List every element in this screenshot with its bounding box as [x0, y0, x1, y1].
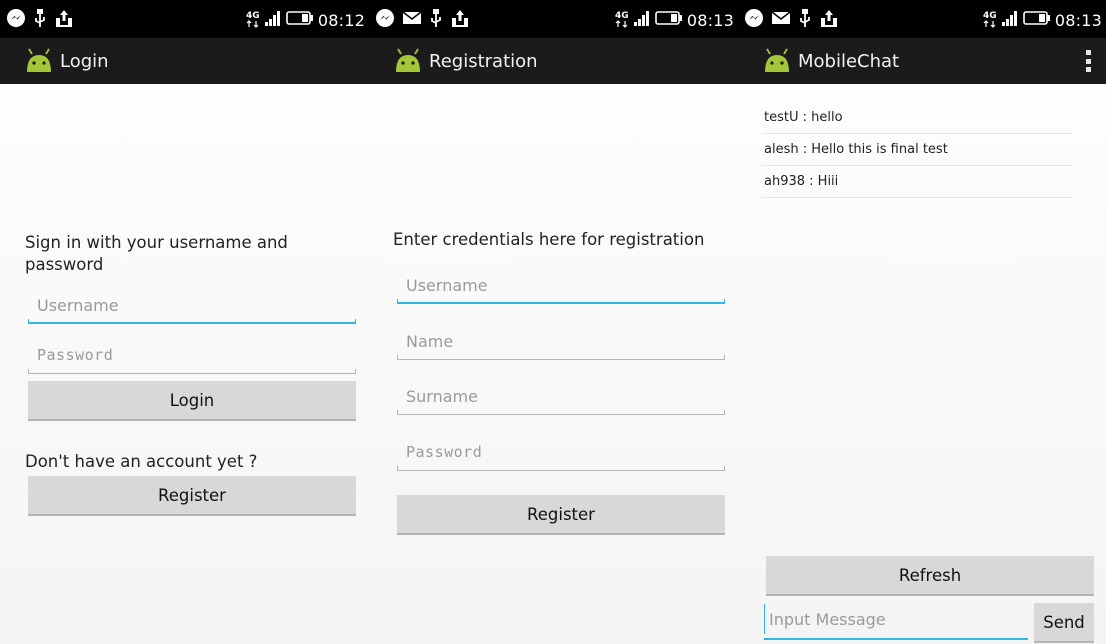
- battery-icon: [1023, 10, 1051, 30]
- password-field[interactable]: [28, 340, 356, 374]
- messenger-icon: [744, 8, 764, 32]
- status-bar: 4G 08:13: [369, 0, 738, 38]
- reg-username-input[interactable]: [397, 270, 725, 300]
- system-icons: 4G 08:13: [615, 8, 734, 32]
- compose-bar: Send: [764, 600, 1100, 643]
- username-field[interactable]: [28, 290, 356, 324]
- status-bar: 4G 08:13: [738, 0, 1106, 38]
- login-screen: 4G 08:12 Login Sign in with your usernam…: [0, 0, 369, 644]
- android-icon: [24, 46, 54, 76]
- action-bar: MobileChat: [738, 38, 1106, 84]
- sign-in-prompt: Sign in with your username and password: [25, 233, 288, 274]
- clock: 08:13: [1054, 10, 1102, 30]
- usb-icon: [33, 8, 47, 32]
- battery-icon: [286, 10, 314, 30]
- action-bar: Registration: [369, 38, 738, 84]
- reg-username-underline: [397, 299, 725, 304]
- android-icon: [393, 46, 423, 76]
- refresh-button[interactable]: Refresh: [766, 556, 1094, 596]
- system-icons: 4G 08:13: [983, 8, 1102, 32]
- android-icon: [762, 46, 792, 76]
- signal-icon: [264, 9, 282, 31]
- page-title: Registration: [429, 50, 538, 72]
- messenger-icon: [375, 8, 395, 32]
- message-item[interactable]: testU : hello: [762, 102, 1072, 134]
- reg-surname-underline: [397, 410, 725, 415]
- reg-password-input[interactable]: [397, 437, 725, 467]
- login-button[interactable]: Login: [28, 381, 356, 421]
- svg-text:4G: 4G: [983, 11, 997, 21]
- signal-icon: [633, 9, 651, 31]
- message-underline: [764, 638, 1028, 640]
- reg-password-field[interactable]: [397, 437, 725, 471]
- network-type-icon: 4G: [615, 8, 629, 32]
- reg-surname-input[interactable]: [397, 381, 725, 411]
- reg-surname-field[interactable]: [397, 381, 725, 415]
- reg-name-underline: [397, 355, 725, 360]
- messenger-icon: [6, 8, 26, 32]
- signal-icon: [1001, 9, 1019, 31]
- page-title: Login: [60, 50, 109, 72]
- svg-text:4G: 4G: [615, 11, 629, 21]
- system-icons: 4G 08:12: [246, 8, 365, 32]
- notification-icons: [744, 8, 839, 32]
- action-bar: Login: [0, 38, 369, 84]
- password-underline: [28, 369, 356, 374]
- message-field[interactable]: [764, 600, 1028, 640]
- clock: 08:13: [686, 10, 734, 30]
- upload-icon: [450, 8, 470, 32]
- overflow-menu-icon[interactable]: [1086, 50, 1092, 72]
- status-bar: 4G 08:12: [0, 0, 369, 38]
- registration-screen: 4G 08:13 Registration Enter credentials …: [369, 0, 738, 644]
- battery-icon: [655, 10, 683, 30]
- usb-icon: [798, 8, 812, 32]
- notification-icons: [375, 8, 470, 32]
- message-item[interactable]: alesh : Hello this is final test: [762, 134, 1072, 166]
- email-icon: [771, 10, 791, 30]
- upload-icon: [54, 8, 74, 32]
- register-button[interactable]: Register: [28, 476, 356, 516]
- username-input[interactable]: [28, 290, 356, 320]
- message-item[interactable]: ah938 : Hiii: [762, 166, 1072, 198]
- no-account-text: Don't have an account yet ?: [25, 452, 258, 471]
- reg-username-field[interactable]: [397, 270, 725, 304]
- reg-password-underline: [397, 466, 725, 471]
- svg-text:4G: 4G: [246, 11, 260, 21]
- send-button[interactable]: Send: [1034, 603, 1094, 643]
- notification-icons: [6, 8, 74, 32]
- message-list: testU : hello alesh : Hello this is fina…: [762, 102, 1072, 198]
- reg-name-input[interactable]: [397, 326, 725, 356]
- network-type-icon: 4G: [983, 8, 997, 32]
- page-title: MobileChat: [798, 50, 900, 72]
- registration-prompt: Enter credentials here for registration: [393, 230, 705, 249]
- chat-screen: 4G 08:13 MobileChat testU : hello alesh …: [738, 0, 1106, 644]
- register-submit-button[interactable]: Register: [397, 495, 725, 535]
- network-type-icon: 4G: [246, 8, 260, 32]
- email-icon: [402, 10, 422, 30]
- password-input[interactable]: [28, 340, 356, 370]
- usb-icon: [429, 8, 443, 32]
- reg-name-field[interactable]: [397, 326, 725, 360]
- username-underline: [28, 319, 356, 324]
- upload-icon: [819, 8, 839, 32]
- message-input[interactable]: [764, 604, 1028, 634]
- screens: 4G 08:12 Login Sign in with your usernam…: [0, 0, 1106, 644]
- clock: 08:12: [317, 10, 365, 30]
